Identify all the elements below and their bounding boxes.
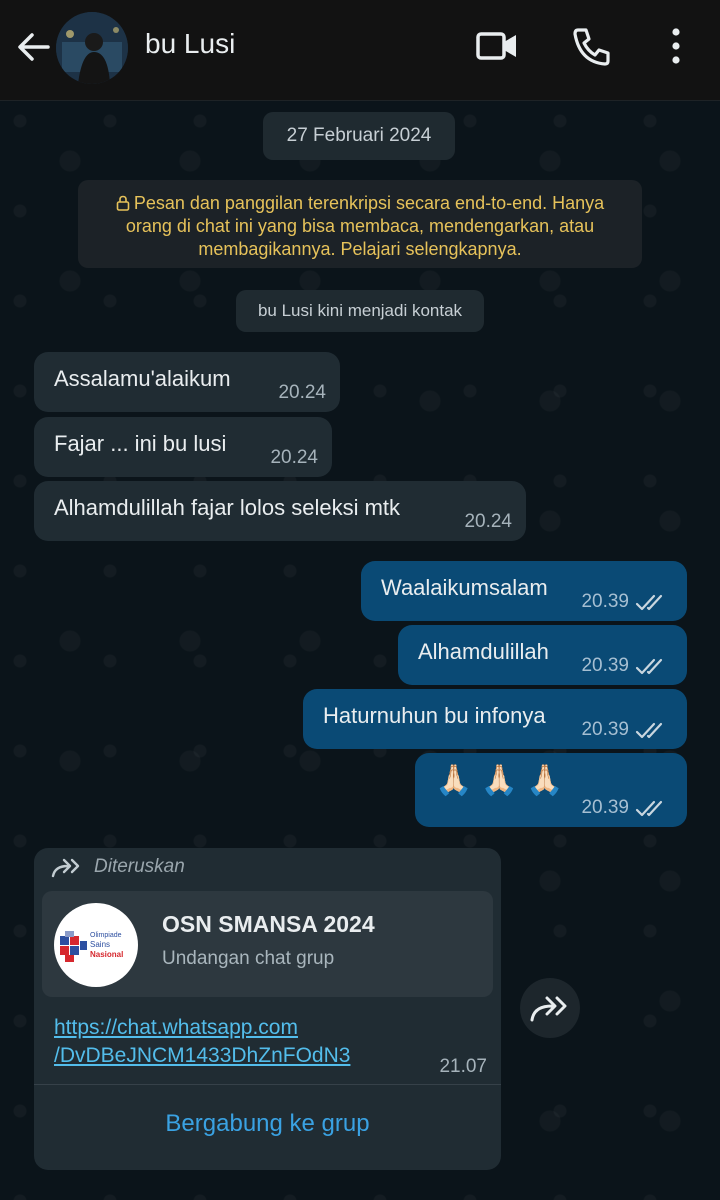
message-text: Haturnuhun bu infonya — [323, 703, 546, 728]
read-receipt-icon — [635, 658, 663, 675]
more-options-icon[interactable] — [652, 22, 700, 70]
logo-text-line3: Nasional — [90, 950, 123, 959]
incoming-message[interactable]: Fajar ... ini bu lusi 20.24 — [34, 417, 332, 477]
forwarded-label: Diteruskan — [94, 856, 185, 877]
message-time: 20.39 — [581, 797, 629, 818]
outgoing-message[interactable]: Waalaikumsalam 20.39 — [361, 561, 687, 621]
osn-logo-icon: Olimpiade Sains Nasional — [60, 931, 123, 962]
message-time: 20.24 — [270, 447, 318, 468]
message-text: Waalaikumsalam — [381, 575, 548, 600]
message-text: Alhamdulillah — [418, 639, 549, 664]
date-separator: 27 Februari 2024 — [263, 112, 455, 160]
encryption-notice[interactable]: Pesan dan panggilan terenkripsi secara e… — [78, 180, 642, 268]
incoming-message[interactable]: Alhamdulillah fajar lolos seleksi mtk 20… — [34, 481, 526, 541]
message-text: Alhamdulillah fajar lolos seleksi mtk — [54, 495, 401, 520]
voice-call-icon[interactable] — [568, 22, 616, 70]
contact-avatar[interactable] — [56, 12, 128, 84]
join-group-button[interactable]: Bergabung ke grup — [34, 1110, 501, 1138]
invite-link-line1[interactable]: https://chat.whatsapp.com — [54, 1014, 350, 1042]
outgoing-message[interactable]: Alhamdulillah 20.39 — [398, 625, 687, 685]
outgoing-message[interactable]: 🙏🏻 🙏🏻 🙏🏻 20.39 — [415, 753, 687, 827]
emoji-message: 🙏🏻 🙏🏻 🙏🏻 — [435, 764, 564, 797]
forwarded-icon — [51, 858, 80, 878]
divider — [34, 1084, 501, 1085]
contact-added-notice: bu Lusi kini menjadi kontak — [236, 290, 484, 332]
avatar-photo — [56, 12, 128, 84]
incoming-message[interactable]: Assalamu'alaikum 20.24 — [34, 352, 340, 412]
read-receipt-icon — [635, 722, 663, 739]
logo-text-line2: Sains — [90, 940, 110, 949]
group-name: OSN SMANSA 2024 — [162, 911, 375, 937]
message-time: 20.39 — [581, 719, 629, 740]
chat-header: bu Lusi — [0, 0, 720, 101]
invite-link-line2[interactable]: /DvDBeJNCM1433DhZnFOdN3 — [54, 1042, 350, 1070]
encryption-notice-text: Pesan dan panggilan terenkripsi secara e… — [125, 193, 605, 259]
back-arrow-icon[interactable] — [14, 27, 54, 67]
outgoing-message[interactable]: Haturnuhun bu infonya 20.39 — [303, 689, 687, 749]
forward-message-button[interactable] — [520, 978, 580, 1038]
read-receipt-icon — [635, 594, 663, 611]
contact-name[interactable]: bu Lusi — [145, 28, 235, 60]
group-invite-preview[interactable]: Olimpiade Sains Nasional OSN SMANSA 2024… — [42, 891, 493, 997]
lock-icon — [116, 195, 130, 211]
forward-icon — [530, 996, 567, 1022]
message-time: 21.07 — [439, 1056, 487, 1077]
message-time: 20.39 — [581, 655, 629, 676]
read-receipt-icon — [635, 800, 663, 817]
invite-link[interactable]: https://chat.whatsapp.com /DvDBeJNCM1433… — [54, 1014, 350, 1070]
message-text: Fajar ... ini bu lusi — [54, 431, 227, 456]
message-time: 20.24 — [464, 511, 512, 532]
message-text: Assalamu'alaikum — [54, 366, 231, 391]
logo-text-line1: Olimpiade — [90, 932, 122, 939]
forwarded-invite-message[interactable]: Diteruskan Olimpiade Sains Nasional OSN … — [34, 848, 501, 1170]
message-time: 20.24 — [278, 382, 326, 403]
group-logo: Olimpiade Sains Nasional — [54, 903, 138, 987]
message-time: 20.39 — [581, 591, 629, 612]
video-call-icon[interactable] — [472, 22, 520, 70]
group-invite-subtitle: Undangan chat grup — [162, 948, 335, 969]
